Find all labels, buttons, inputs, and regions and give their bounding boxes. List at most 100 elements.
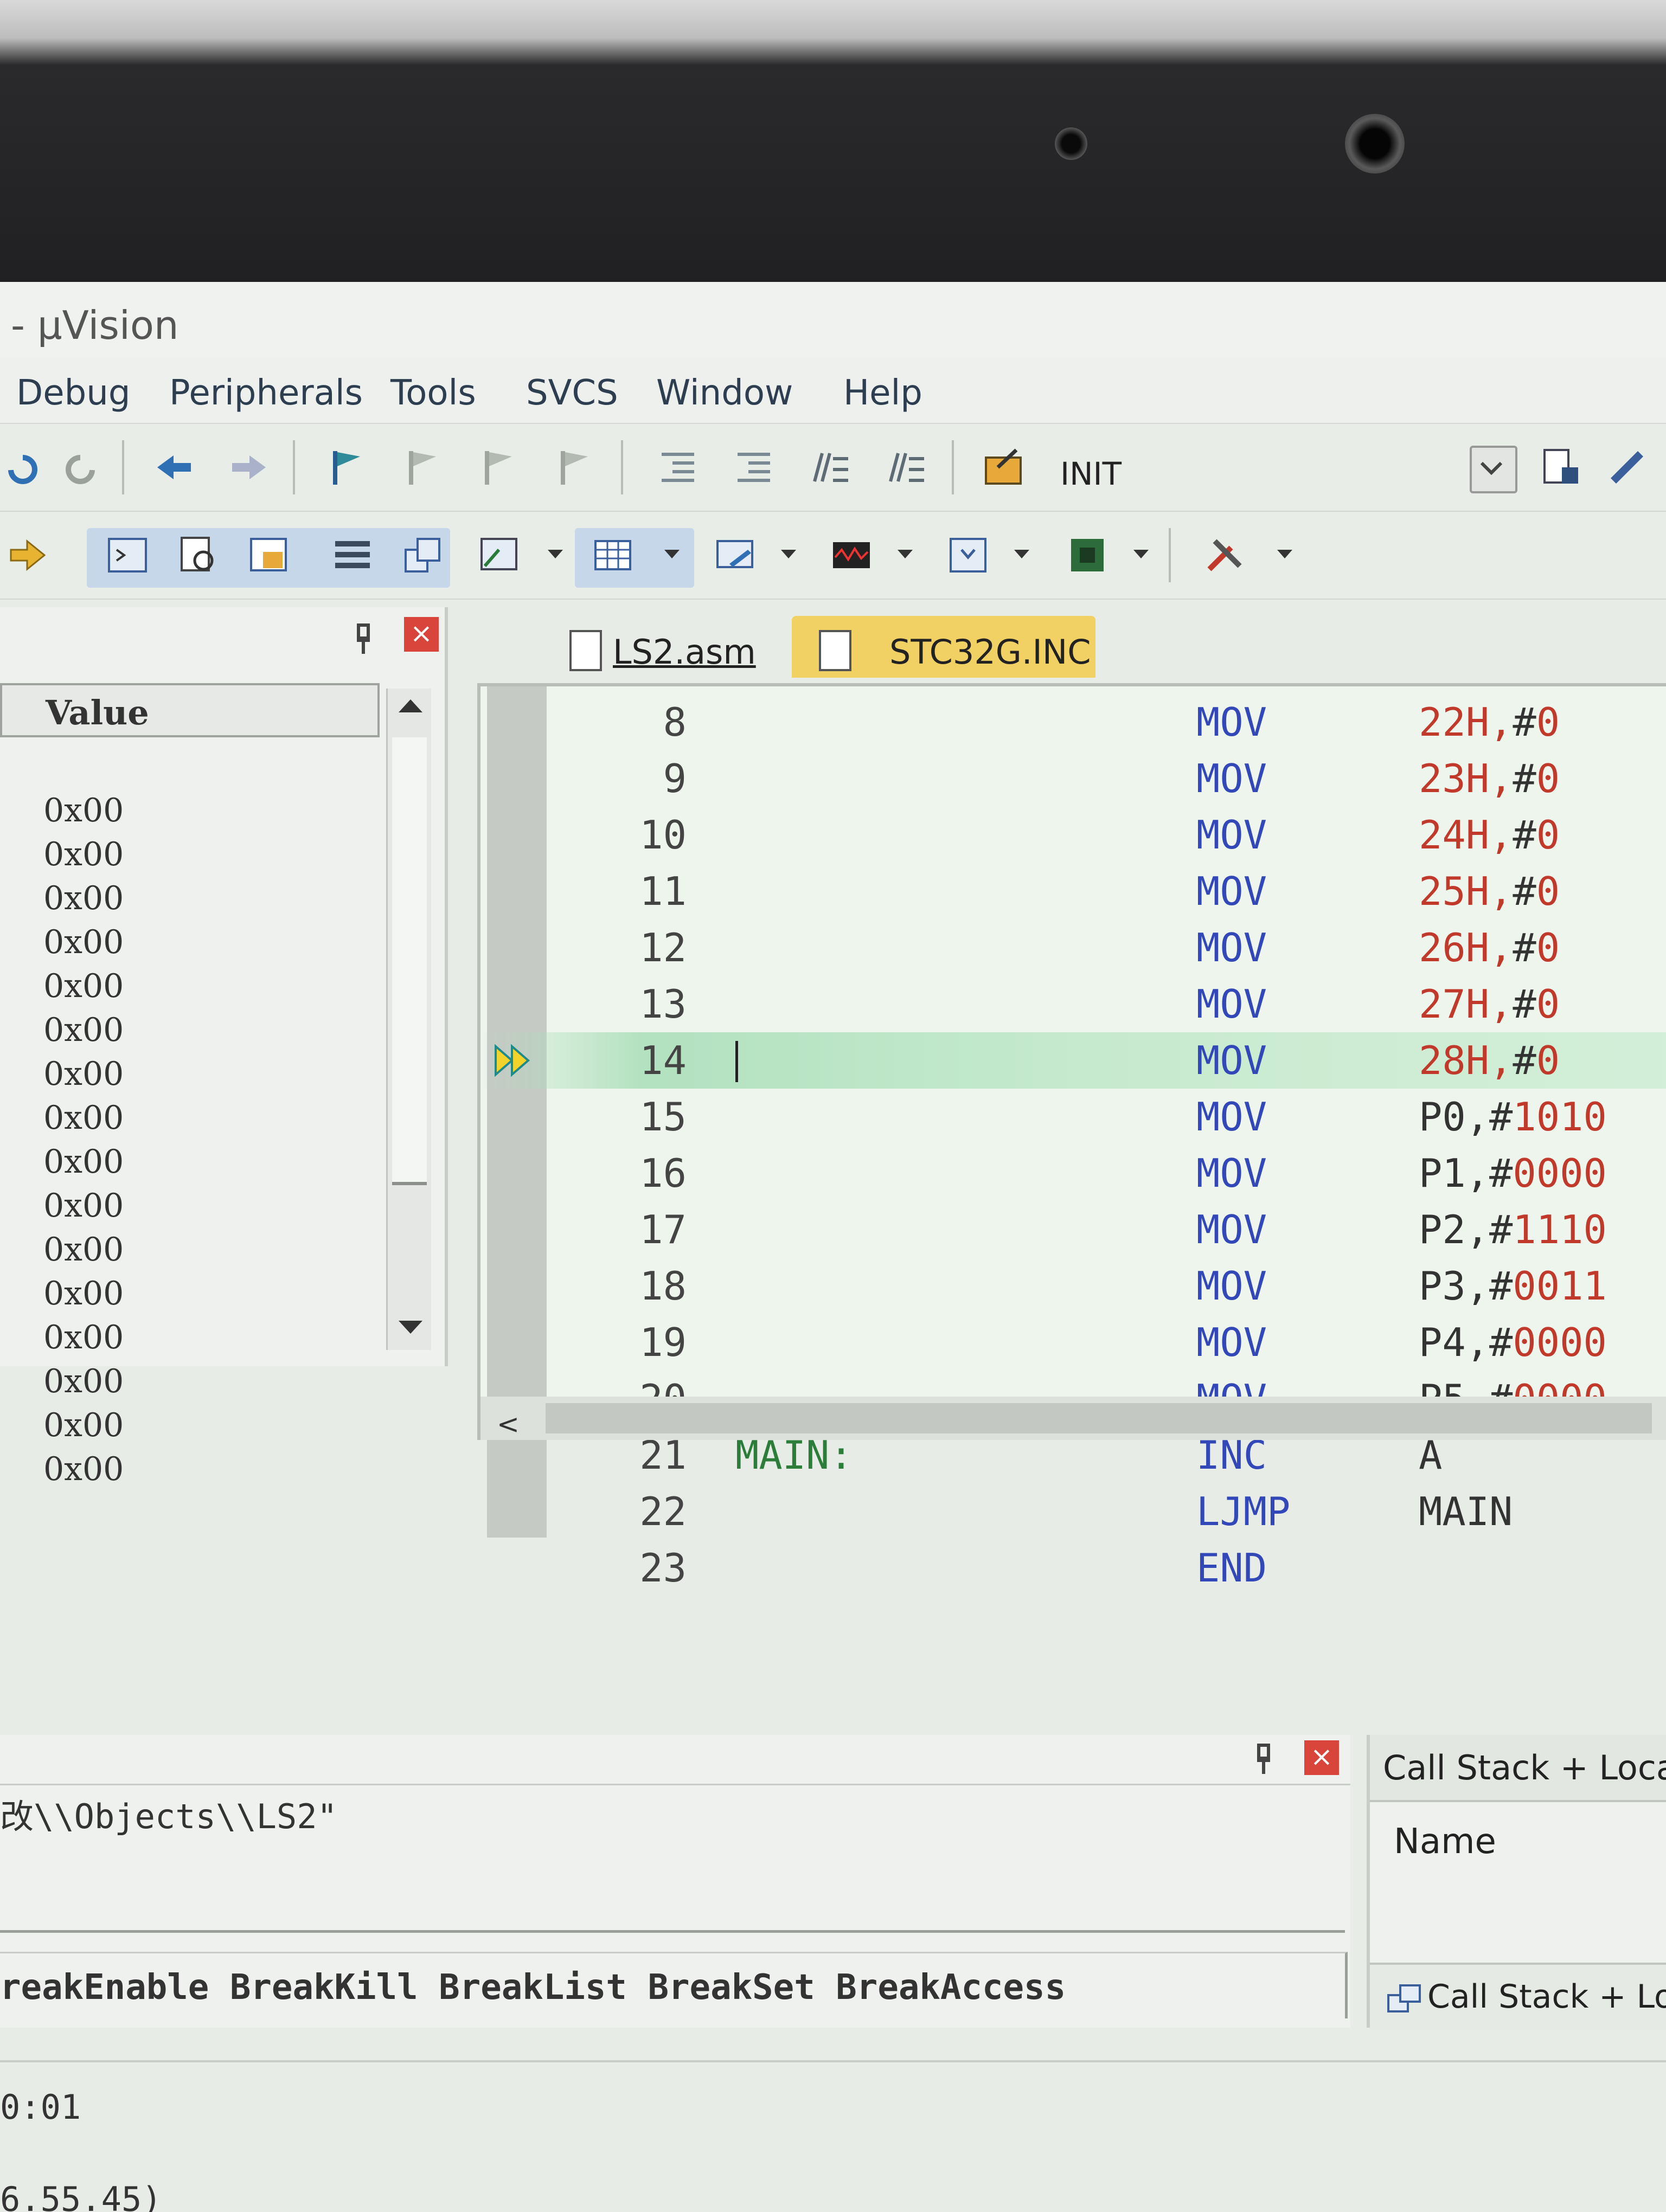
command-window-icon[interactable] [106, 533, 149, 577]
find-in-files-icon[interactable] [1540, 446, 1584, 489]
code-line[interactable]: 14 MOV 28H,#0 [480, 1032, 1666, 1089]
serial-window-icon[interactable] [713, 533, 757, 577]
code-line[interactable]: 10 MOV 24H,#0 [480, 807, 1666, 863]
code-line[interactable]: 13 MOV 27H,#0 [480, 976, 1666, 1032]
code-line[interactable]: 22 LJMP MAIN [480, 1483, 1666, 1540]
code-line[interactable]: 18 MOV P3,#0011 [480, 1258, 1666, 1314]
watch-value[interactable]: 0x00 [43, 1450, 124, 1494]
unindent-icon[interactable] [732, 446, 776, 489]
registers-window-icon[interactable] [331, 533, 374, 577]
immediate-digits: 0 [1536, 756, 1560, 801]
command-output-area[interactable] [0, 1843, 1345, 1933]
code-line[interactable]: 16 MOV P1,#0000 [480, 1145, 1666, 1201]
vertical-scrollbar[interactable] [386, 689, 431, 1350]
menu-svcs[interactable]: SVCS [526, 373, 618, 413]
watch-value[interactable]: 0x00 [43, 792, 124, 835]
step-arrow-icon[interactable] [5, 533, 49, 577]
code-line[interactable]: 8 MOV 22H,#0 [480, 694, 1666, 750]
nav-back-icon[interactable] [152, 446, 195, 489]
code-editor[interactable]: 8 MOV 22H,#0 9 MOV 23H,#0 10 MOV 24H,#0 11 MOV 25H,… [477, 683, 1666, 1591]
code-line[interactable]: 19 MOV P4,#0000 [480, 1314, 1666, 1371]
toolbox-icon[interactable] [1204, 533, 1247, 577]
scrollbar-thumb[interactable] [546, 1403, 1652, 1433]
code-opcode: MOV [1196, 925, 1267, 970]
uncomment-icon[interactable] [884, 446, 927, 489]
operand-register: P4, [1419, 1320, 1490, 1365]
watch-value[interactable]: 0x00 [43, 1143, 124, 1187]
dropdown-arrow-icon[interactable] [548, 550, 563, 558]
watch-value[interactable]: 0x00 [43, 1406, 124, 1450]
menu-debug[interactable]: Debug [16, 373, 130, 413]
immediate-digits: 0000 [1513, 1150, 1607, 1196]
watch-value[interactable]: 0x00 [43, 967, 124, 1011]
dropdown-arrow-icon[interactable] [781, 550, 796, 558]
watch-value[interactable]: 0x00 [43, 1231, 124, 1275]
code-line[interactable]: 9 MOV 23H,#0 [480, 750, 1666, 807]
dropdown-chevron-icon[interactable] [1470, 446, 1517, 493]
watch-value[interactable]: 0x00 [43, 1362, 124, 1406]
scrollbar-thumb[interactable] [392, 737, 427, 1185]
code-line[interactable]: 23 END [480, 1540, 1666, 1596]
symbols-window-icon[interactable] [247, 533, 290, 577]
watch-window-icon[interactable] [477, 533, 521, 577]
watch-value[interactable]: 0x00 [43, 923, 124, 967]
menu-help[interactable]: Help [843, 373, 922, 413]
dropdown-arrow-icon[interactable] [1277, 550, 1292, 558]
watch-value[interactable]: 0x00 [43, 1011, 124, 1055]
menu-window[interactable]: Window [656, 373, 793, 413]
scroll-left-icon[interactable]: < [497, 1409, 520, 1440]
comment-icon[interactable] [808, 446, 851, 489]
dropdown-arrow-icon[interactable] [1014, 550, 1029, 558]
dropdown-arrow-icon[interactable] [664, 550, 680, 558]
value-column-header[interactable]: Value [0, 683, 380, 737]
tab-stc32g-inc[interactable]: STC32G.INC [792, 616, 1095, 678]
memory-window-icon[interactable] [591, 533, 635, 577]
bookmark-prev-icon[interactable] [401, 446, 445, 489]
watch-value[interactable]: 0x00 [43, 1187, 124, 1231]
menu-tools[interactable]: Tools [390, 373, 476, 413]
call-stack-window-icon[interactable] [401, 533, 445, 577]
code-operand: 26H,#0 [1419, 919, 1560, 976]
scroll-up-icon[interactable] [399, 699, 422, 712]
dropdown-arrow-icon[interactable] [1133, 550, 1149, 558]
indent-icon[interactable] [656, 446, 700, 489]
trace-window-icon[interactable] [946, 533, 990, 577]
dropdown-arrow-icon[interactable] [898, 550, 913, 558]
watch-value[interactable]: 0x00 [43, 1275, 124, 1319]
code-line[interactable]: 17 MOV P2,#1110 [480, 1201, 1666, 1258]
menu-peripherals[interactable]: Peripherals [169, 373, 363, 413]
close-icon[interactable]: × [404, 617, 439, 652]
line-number: 17 [639, 1207, 687, 1252]
watch-value[interactable]: 0x00 [43, 835, 124, 879]
pin-icon[interactable] [353, 623, 374, 654]
bookmark-icon[interactable] [325, 446, 369, 489]
bookmark-clear-icon[interactable] [553, 446, 597, 489]
operand-register: 22H, [1419, 699, 1513, 745]
watch-value[interactable]: 0x00 [43, 1319, 124, 1362]
name-column-header[interactable]: Name [1394, 1822, 1496, 1862]
init-file-icon[interactable] [982, 446, 1025, 489]
tab-ls2-asm[interactable]: LS2.asm [553, 616, 770, 678]
redo-icon[interactable] [60, 446, 103, 489]
nav-forward-icon[interactable] [228, 446, 271, 489]
code-line[interactable]: 15 MOV P0,#1010 [480, 1089, 1666, 1145]
code-line[interactable]: 12 MOV 26H,#0 [480, 919, 1666, 976]
close-icon[interactable]: × [1304, 1740, 1339, 1775]
init-label[interactable]: INIT [1060, 455, 1122, 492]
bookmark-next-icon[interactable] [477, 446, 521, 489]
watch-value[interactable]: 0x00 [43, 879, 124, 923]
system-viewer-icon[interactable] [1066, 533, 1109, 577]
code-opcode: END [1196, 1545, 1267, 1591]
watch-value[interactable]: 0x00 [43, 1099, 124, 1143]
configure-icon[interactable] [1605, 446, 1649, 489]
watch-value[interactable]: 0x00 [43, 1055, 124, 1099]
code-line[interactable]: 11 MOV 25H,#0 [480, 863, 1666, 919]
disassembly-window-icon[interactable] [176, 533, 220, 577]
immediate-digits: 1110 [1513, 1207, 1607, 1252]
analysis-window-icon[interactable] [830, 533, 873, 577]
horizontal-scrollbar[interactable]: < [480, 1397, 1666, 1440]
scroll-down-icon[interactable] [399, 1321, 422, 1334]
pin-icon[interactable] [1253, 1744, 1274, 1774]
tab-call-stack[interactable]: Call Stack + Lo [1386, 1978, 1666, 2016]
undo-icon[interactable] [0, 446, 43, 489]
